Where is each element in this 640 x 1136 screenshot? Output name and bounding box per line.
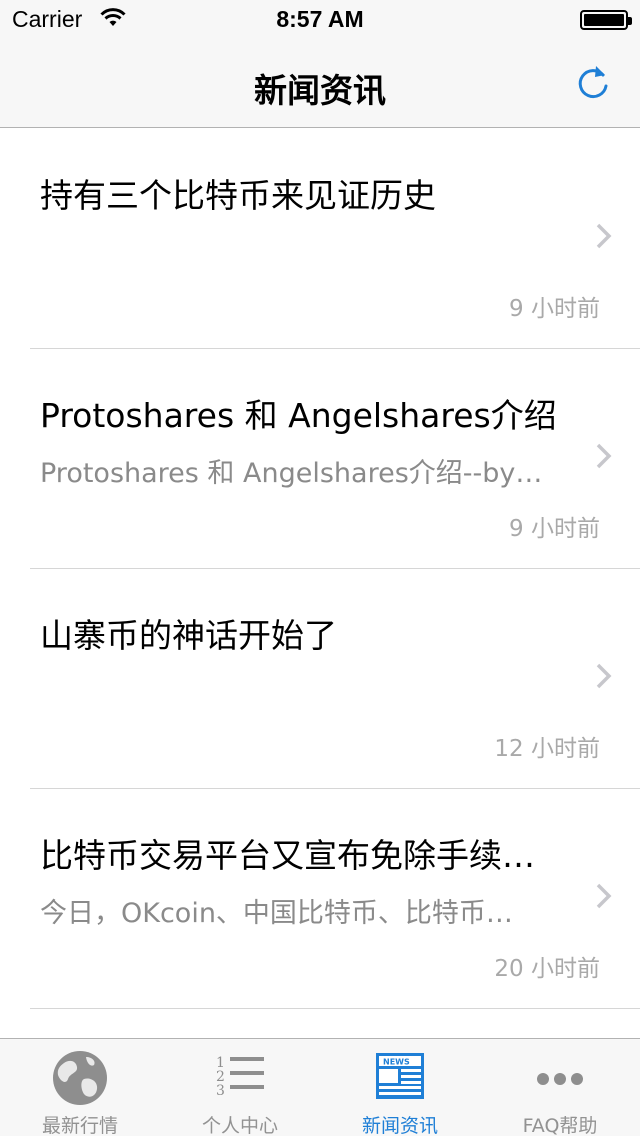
page-title: 新闻资讯 [254,71,386,110]
globe-icon [53,1051,107,1105]
tab-profile[interactable]: 1 2 3 个人中心 [160,1039,320,1136]
tab-label: 新闻资讯 [361,1115,438,1136]
more-dots-icon [537,1073,583,1085]
news-time: 20 小时前 [494,956,600,982]
tab-label: FAQ帮助 [522,1115,598,1136]
news-item-partial[interactable] [0,1009,640,1039]
chevron-right-icon [596,663,612,689]
svg-text:NEWS: NEWS [383,1058,410,1067]
news-title: 比特币交易平台又宣布免除手续… [40,836,535,875]
news-summary: 今日，OKcoin、中国比特币、比特币… [40,898,513,929]
news-title: Protoshares 和 Angelshares介绍 [40,396,557,435]
chevron-right-icon [596,883,612,909]
chevron-right-icon [596,223,612,249]
news-time: 9 小时前 [509,296,600,322]
news-title: 持有三个比特币来见证历史 [40,176,436,215]
refresh-icon[interactable] [574,62,612,102]
navigation-bar: 新闻资讯 [0,40,640,128]
tab-faq[interactable]: FAQ帮助 [480,1039,640,1136]
svg-text:3: 3 [216,1083,225,1099]
news-time: 12 小时前 [494,736,600,762]
tab-market[interactable]: 最新行情 [0,1039,160,1136]
news-item[interactable]: 比特币交易平台又宣布免除手续… 今日，OKcoin、中国比特币、比特币… 20 … [0,789,640,1009]
status-time: 8:57 AM [276,6,364,32]
news-list: 持有三个比特币来见证历史 9 小时前 Protoshares 和 Angelsh… [0,129,640,1039]
numbered-list-icon: 1 2 3 [216,1055,264,1099]
news-time: 9 小时前 [509,516,600,542]
news-title: 山寨币的神话开始了 [40,616,337,655]
battery-icon [580,10,632,30]
status-bar: Carrier 8:57 AM [0,0,640,40]
newspaper-icon: NEWS [376,1053,424,1099]
news-summary: Protoshares 和 Angelshares介绍--by… [40,458,543,489]
tab-news[interactable]: NEWS 新闻资讯 [320,1039,480,1136]
chevron-right-icon [596,443,612,469]
news-item[interactable]: 山寨币的神话开始了 12 小时前 [0,569,640,789]
news-item[interactable]: Protoshares 和 Angelshares介绍 Protoshares … [0,349,640,569]
tab-bar: 最新行情 1 2 3 个人中心 NEWS 新闻资讯 FAQ帮助 [0,1038,640,1136]
news-item[interactable]: 持有三个比特币来见证历史 9 小时前 [0,129,640,349]
tab-label: 最新行情 [41,1115,118,1136]
tab-label: 个人中心 [201,1115,278,1136]
